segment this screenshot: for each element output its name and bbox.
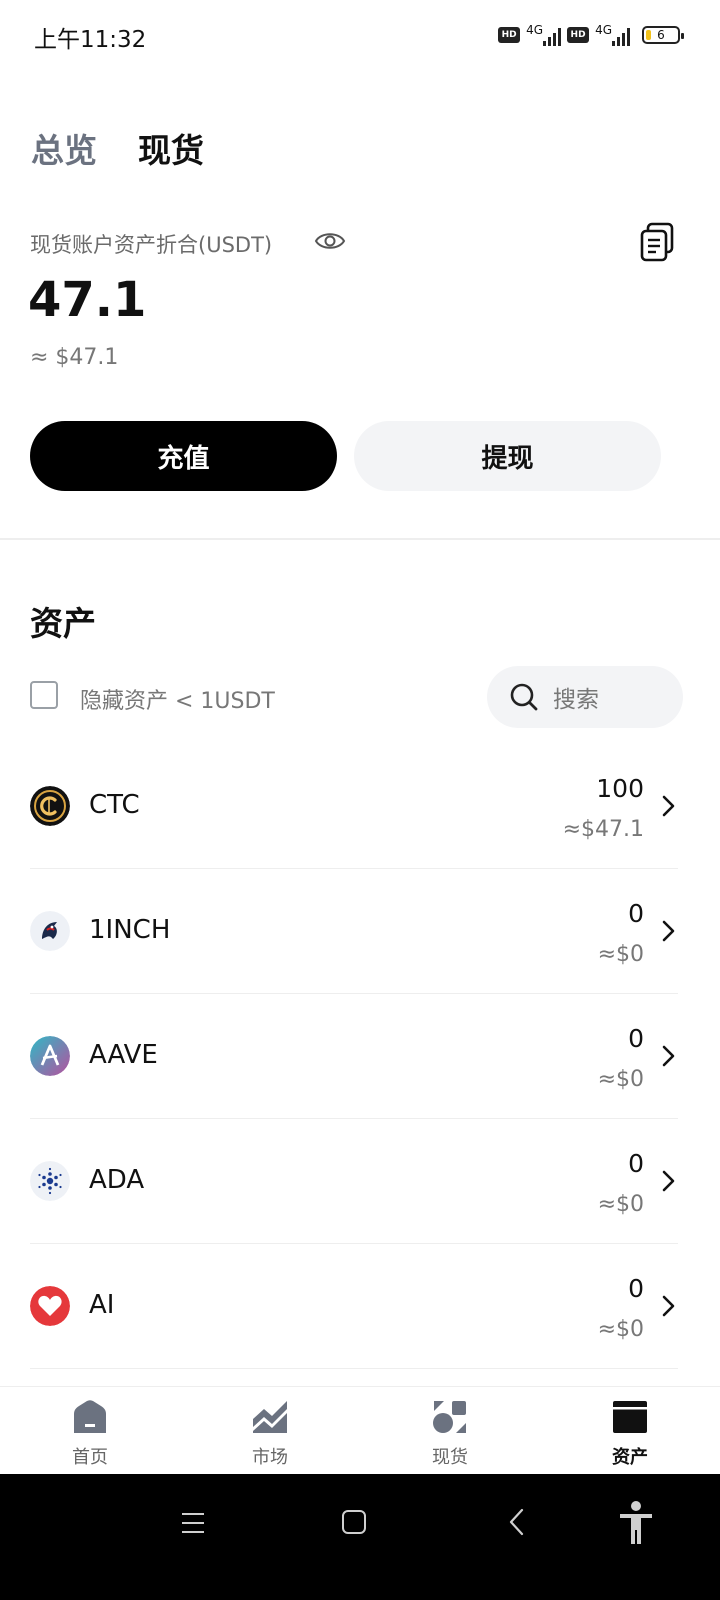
asset-value: ≈$0 bbox=[597, 1317, 644, 1342]
chevron-right-icon bbox=[662, 1045, 675, 1067]
hide-small-assets-checkbox[interactable] bbox=[30, 681, 58, 709]
asset-symbol: AAVE bbox=[89, 1040, 158, 1070]
nav-market[interactable]: 市场 bbox=[180, 1387, 360, 1475]
signal-icon: 4G bbox=[595, 24, 630, 46]
asset-row-ai[interactable]: AI 0 ≈$0 bbox=[30, 1244, 678, 1369]
deposit-button[interactable]: 充值 bbox=[30, 421, 337, 491]
nav-label: 市场 bbox=[252, 1447, 288, 1468]
balance-value: 47.1 bbox=[28, 272, 147, 328]
section-divider bbox=[0, 538, 720, 540]
1inch-coin-icon bbox=[30, 911, 70, 951]
asset-amount: 100 bbox=[596, 774, 644, 803]
back-icon[interactable] bbox=[508, 1508, 526, 1536]
asset-row-aave[interactable]: AAVE 0 ≈$0 bbox=[30, 994, 678, 1119]
asset-symbol: ADA bbox=[89, 1165, 145, 1195]
market-chart-icon bbox=[253, 1401, 287, 1433]
eye-icon[interactable] bbox=[314, 228, 346, 254]
hd-badge: HD bbox=[567, 27, 590, 43]
nav-home[interactable]: 首页 bbox=[0, 1387, 180, 1475]
asset-value: ≈$47.1 bbox=[562, 817, 644, 842]
nav-label: 资产 bbox=[612, 1447, 648, 1468]
nav-spot[interactable]: 现货 bbox=[360, 1387, 540, 1475]
signal-icon: 4G bbox=[526, 24, 562, 46]
hide-small-assets-label[interactable]: 隐藏资产 < 1USDT bbox=[80, 683, 275, 715]
asset-row-ada[interactable]: ADA 0 ≈$0 bbox=[30, 1119, 678, 1244]
asset-value: ≈$0 bbox=[597, 1067, 644, 1092]
aave-coin-icon bbox=[30, 1036, 70, 1076]
nav-label: 首页 bbox=[72, 1447, 108, 1468]
hd-badge: HD bbox=[498, 27, 521, 43]
home-icon bbox=[74, 1400, 106, 1433]
balance-usd-value: ≈ $47.1 bbox=[30, 345, 119, 370]
asset-amount: 0 bbox=[628, 1149, 644, 1178]
battery-icon: 6 bbox=[642, 26, 684, 44]
asset-value: ≈$0 bbox=[597, 942, 644, 967]
asset-list: CTC 100 ≈$47.1 1INCH 0 ≈$0 AAVE 0 ≈$0 AD… bbox=[30, 744, 678, 1369]
asset-amount: 0 bbox=[628, 1024, 644, 1053]
system-nav-bar bbox=[0, 1474, 720, 1600]
chevron-right-icon bbox=[662, 1295, 675, 1317]
ada-coin-icon bbox=[30, 1161, 70, 1201]
account-label: 现货账户资产折合(USDT) bbox=[30, 233, 273, 257]
ctc-coin-icon bbox=[30, 786, 70, 826]
tab-overview[interactable]: 总览 bbox=[31, 124, 97, 172]
search-placeholder: 搜索 bbox=[553, 687, 599, 713]
chevron-right-icon bbox=[662, 920, 675, 942]
home-square-icon[interactable] bbox=[341, 1509, 367, 1535]
asset-amount: 0 bbox=[628, 899, 644, 928]
asset-value: ≈$0 bbox=[597, 1192, 644, 1217]
asset-row-ctc[interactable]: CTC 100 ≈$47.1 bbox=[30, 744, 678, 869]
chevron-right-icon bbox=[662, 795, 675, 817]
asset-amount: 0 bbox=[628, 1274, 644, 1303]
ai-coin-icon bbox=[30, 1286, 70, 1326]
menu-icon[interactable] bbox=[180, 1510, 206, 1536]
nav-assets[interactable]: 资产 bbox=[540, 1387, 720, 1475]
asset-symbol: 1INCH bbox=[89, 915, 171, 945]
asset-symbol: AI bbox=[89, 1290, 115, 1320]
records-icon[interactable] bbox=[639, 222, 675, 262]
nav-label: 现货 bbox=[432, 1447, 468, 1468]
status-icons: HD 4G HD 4G 6 bbox=[498, 20, 684, 50]
search-icon bbox=[510, 683, 538, 711]
chevron-right-icon bbox=[662, 1170, 675, 1192]
asset-row-1inch[interactable]: 1INCH 0 ≈$0 bbox=[30, 869, 678, 994]
asset-symbol: CTC bbox=[89, 790, 140, 820]
tab-spot[interactable]: 现货 bbox=[138, 124, 204, 172]
status-time: 上午11:32 bbox=[34, 27, 147, 53]
search-input[interactable]: 搜索 bbox=[487, 666, 683, 728]
accessibility-icon[interactable] bbox=[618, 1500, 654, 1546]
spot-icon bbox=[433, 1401, 466, 1433]
wallet-icon bbox=[613, 1401, 647, 1433]
assets-title: 资产 bbox=[30, 604, 96, 643]
bottom-nav: 首页 市场 现货 资产 bbox=[0, 1386, 720, 1475]
withdraw-button[interactable]: 提现 bbox=[354, 421, 661, 491]
